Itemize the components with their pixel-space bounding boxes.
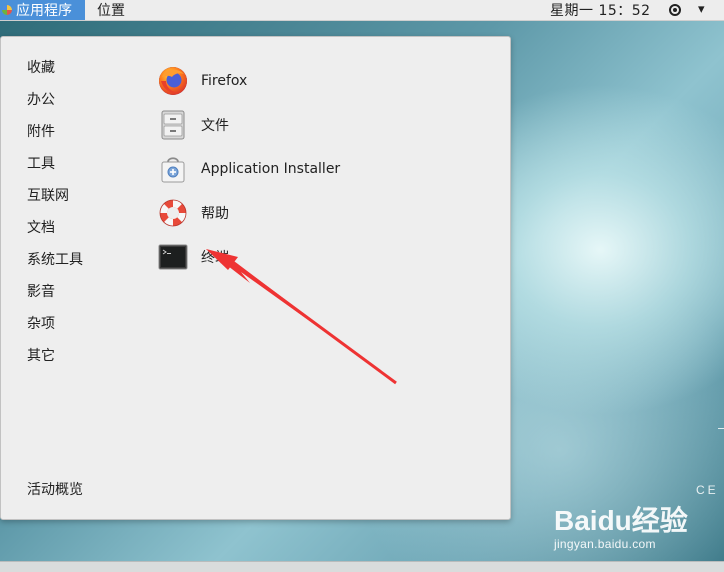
app-list: Firefox 文件 Application Installer 帮助 终端 bbox=[157, 59, 340, 279]
app-item-application-installer[interactable]: Application Installer bbox=[157, 147, 340, 191]
category-utilities[interactable]: 工具 bbox=[27, 155, 83, 187]
power-menu-icon[interactable]: ▾ bbox=[698, 2, 705, 17]
lifebuoy-icon bbox=[159, 199, 187, 227]
places-menu-button[interactable]: 位置 bbox=[97, 0, 125, 20]
applications-menu-button[interactable]: 应用程序 bbox=[0, 0, 85, 20]
applications-menu-label: 应用程序 bbox=[16, 3, 72, 19]
firefox-icon bbox=[159, 67, 187, 95]
accessibility-icon[interactable] bbox=[669, 4, 681, 16]
clock[interactable]: 星期一 15：52 bbox=[550, 0, 651, 20]
desktop-decoration bbox=[718, 428, 724, 429]
app-label-files: 文件 bbox=[201, 118, 229, 134]
terminal-icon bbox=[158, 244, 188, 270]
app-label-firefox: Firefox bbox=[201, 73, 248, 89]
app-label-terminal: 终端 bbox=[201, 250, 229, 266]
software-bag-icon bbox=[161, 157, 185, 183]
bottom-panel bbox=[0, 561, 724, 572]
desktop-brand-text: CE bbox=[696, 483, 719, 497]
file-cabinet-icon bbox=[161, 110, 185, 140]
category-system-tools[interactable]: 系统工具 bbox=[27, 251, 83, 283]
category-office[interactable]: 办公 bbox=[27, 91, 83, 123]
top-bar: 应用程序 位置 星期一 15：52 ▾ bbox=[0, 0, 724, 21]
category-sundry[interactable]: 杂项 bbox=[27, 315, 83, 347]
baidu-watermark-url: jingyan.baidu.com bbox=[554, 537, 656, 551]
app-item-help[interactable]: 帮助 bbox=[157, 191, 340, 235]
category-favorites[interactable]: 收藏 bbox=[27, 59, 83, 91]
activities-overview-button[interactable]: 活动概览 bbox=[27, 479, 83, 499]
baidu-watermark-logo: Baidu经验 bbox=[554, 505, 688, 536]
category-internet[interactable]: 互联网 bbox=[27, 187, 83, 219]
app-label-help: 帮助 bbox=[201, 206, 229, 222]
app-item-firefox[interactable]: Firefox bbox=[157, 59, 340, 103]
app-item-terminal[interactable]: 终端 bbox=[157, 235, 340, 279]
category-other[interactable]: 其它 bbox=[27, 347, 83, 379]
app-label-application-installer: Application Installer bbox=[201, 161, 341, 177]
app-item-files[interactable]: 文件 bbox=[157, 103, 340, 147]
category-sound-video[interactable]: 影音 bbox=[27, 283, 83, 315]
category-documents[interactable]: 文档 bbox=[27, 219, 83, 251]
category-list: 收藏 办公 附件 工具 互联网 文档 系统工具 影音 杂项 其它 bbox=[27, 59, 83, 379]
baidu-watermark: Baidu经验 jingyan.baidu.com bbox=[554, 505, 688, 552]
applications-menu-panel: 收藏 办公 附件 工具 互联网 文档 系统工具 影音 杂项 其它 活动概览 Fi… bbox=[0, 36, 511, 520]
gnome-foot-icon bbox=[2, 5, 12, 15]
places-menu-label: 位置 bbox=[97, 3, 125, 19]
category-accessories[interactable]: 附件 bbox=[27, 123, 83, 155]
